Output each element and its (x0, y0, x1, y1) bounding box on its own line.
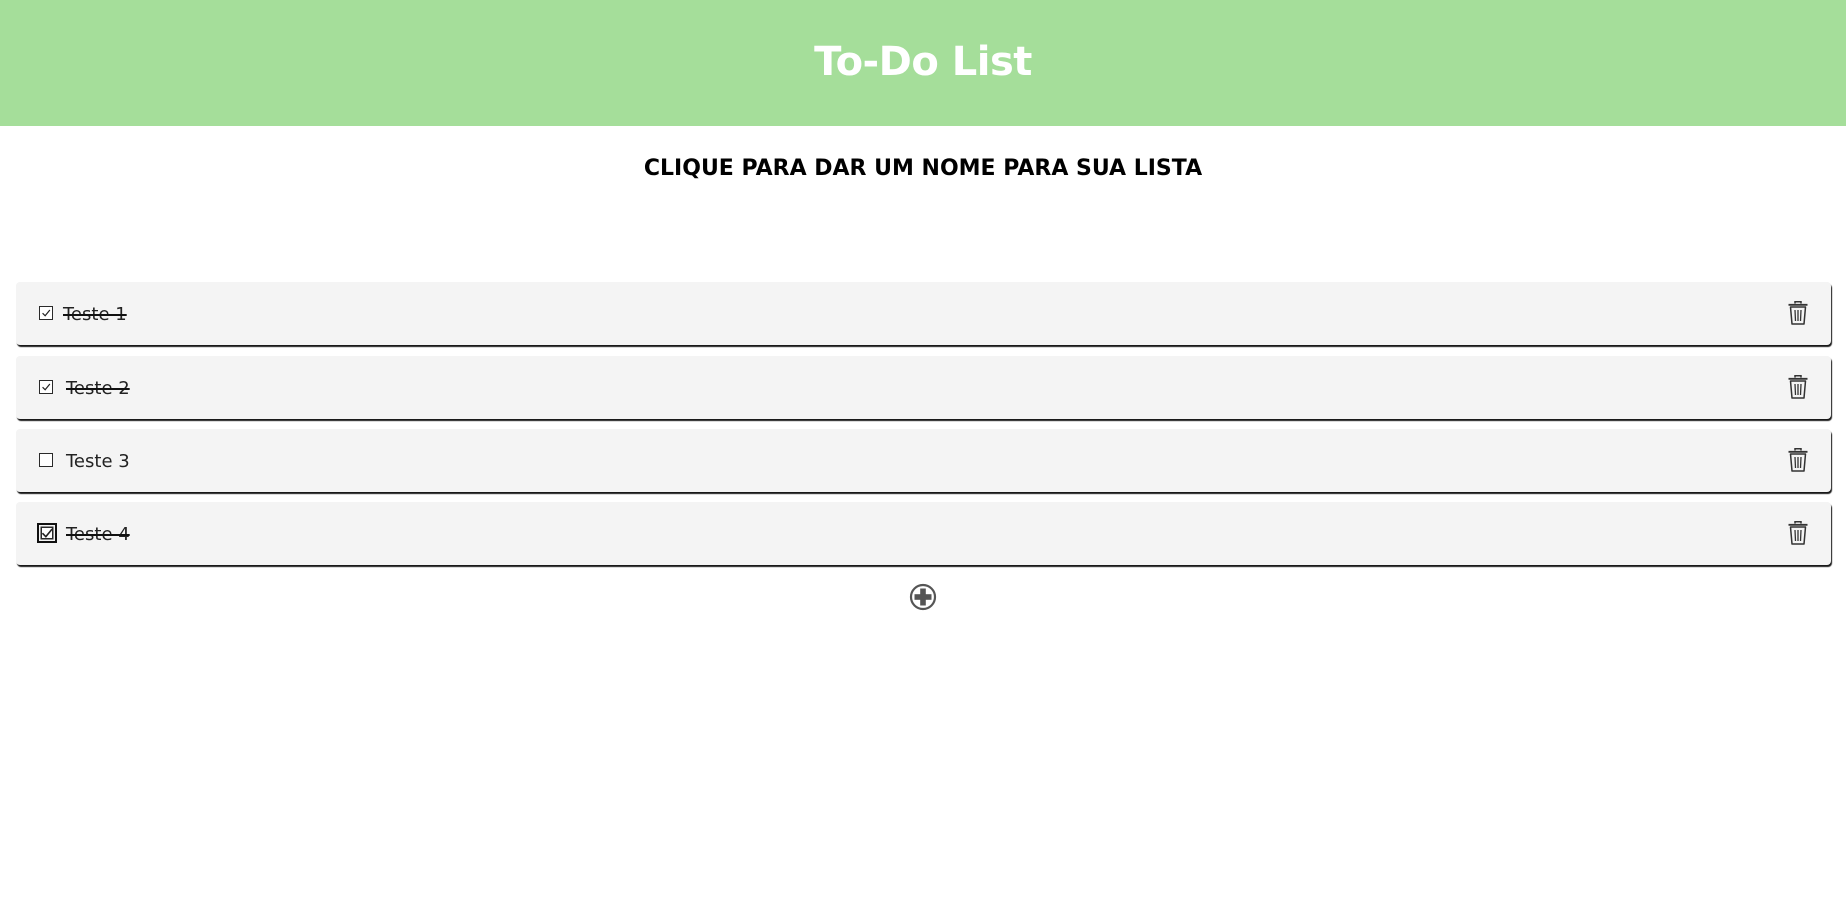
empty-box-icon[interactable] (39, 453, 53, 467)
check-mark-icon (42, 309, 51, 317)
list-name-title[interactable]: CLIQUE PARA DAR UM NOME PARA SUA LISTA (0, 126, 1846, 206)
task-item: Teste 3 (16, 429, 1831, 492)
task-item: Teste 2 (16, 356, 1831, 419)
app-title: To-Do List (814, 39, 1032, 85)
add-task-button[interactable] (908, 582, 938, 612)
delete-task-button[interactable] (1785, 520, 1811, 550)
delete-task-button[interactable] (1785, 374, 1811, 404)
check-mark-icon (42, 383, 51, 391)
app-header: To-Do List (0, 0, 1846, 126)
task-label[interactable]: Teste 3 (66, 429, 130, 492)
checked-box-icon[interactable] (37, 523, 57, 543)
task-label[interactable]: Teste 1 (63, 282, 127, 345)
task-item: Teste 1 (16, 282, 1831, 345)
task-label[interactable]: Teste 2 (66, 356, 130, 419)
plus-circle-icon (909, 583, 937, 611)
trash-icon (1787, 374, 1809, 404)
task-label[interactable]: Teste 4 (66, 502, 130, 565)
delete-task-button[interactable] (1785, 447, 1811, 477)
check-mark-icon (41, 528, 53, 538)
trash-icon (1787, 520, 1809, 550)
checked-box-icon[interactable] (39, 306, 53, 320)
delete-task-button[interactable] (1785, 300, 1811, 330)
trash-icon (1787, 447, 1809, 477)
checked-box-icon[interactable] (39, 380, 53, 394)
task-item: Teste 4 (16, 502, 1831, 565)
trash-icon (1787, 300, 1809, 330)
